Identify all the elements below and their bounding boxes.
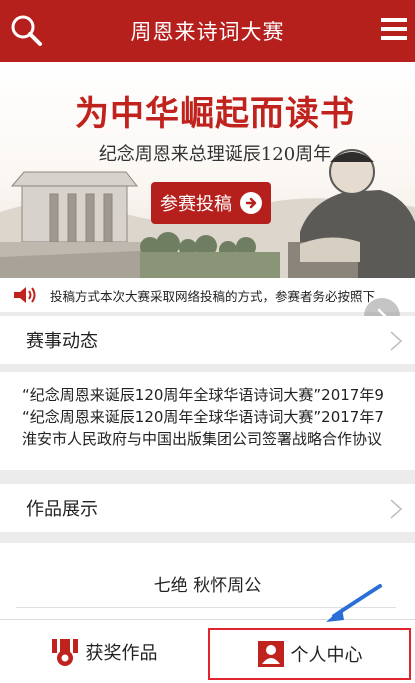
notice-text: 投稿方式本次大赛采取网络投稿的方式，参赛者务必按照下 [50, 288, 376, 304]
bottom-nav: 获奖作品 个人中心 [0, 619, 415, 683]
tab-personal-center[interactable]: 个人中心 [208, 628, 411, 680]
arrow-right-icon [240, 192, 262, 214]
page-title: 周恩来诗词大赛 [130, 20, 285, 44]
works-section-title: 作品展示 [26, 499, 98, 520]
award-icon [51, 639, 78, 666]
news-item[interactable]: 淮安市人民政府与中国出版集团公司签署战略合作协议 [0, 428, 415, 450]
news-section-title: 赛事动态 [26, 331, 98, 352]
chevron-right-icon [390, 331, 403, 351]
banner-headline: 为中华崛起而读书 [75, 94, 355, 134]
top-bar: 周恩来诗词大赛 [0, 0, 415, 62]
banner-subtitle: 纪念周恩来总理诞辰120周年 [98, 144, 332, 165]
search-icon[interactable] [8, 12, 44, 48]
submit-entry-label: 参赛投稿 [160, 194, 232, 215]
tab-award-works[interactable]: 获奖作品 [0, 620, 207, 683]
news-section-header[interactable]: 赛事动态 [0, 316, 415, 364]
speaker-icon [14, 287, 36, 303]
news-list: “纪念周恩来诞辰120周年全球华语诗词大赛”2017年9 “纪念周恩来诞辰120… [0, 372, 415, 470]
works-section-header[interactable]: 作品展示 [0, 484, 415, 532]
submit-entry-button[interactable]: 参赛投稿 [151, 182, 271, 224]
tab-personal-center-label: 个人中心 [290, 645, 363, 666]
works-panel: 七绝 秋怀周公 [0, 543, 415, 619]
chevron-right-icon [390, 499, 403, 519]
hero-banner[interactable]: 为中华崛起而读书 纪念周恩来总理诞辰120周年 参赛投稿 [0, 62, 415, 278]
tab-award-works-label: 获奖作品 [85, 643, 158, 664]
featured-poem-title[interactable]: 七绝 秋怀周公 [0, 571, 415, 596]
notice-marquee[interactable]: 投稿方式本次大赛采取网络投稿的方式，参赛者务必按照下 [0, 278, 415, 312]
divider [16, 607, 396, 608]
hamburger-menu-icon[interactable] [381, 16, 407, 42]
news-item[interactable]: “纪念周恩来诞辰120周年全球华语诗词大赛”2017年7 [0, 406, 415, 428]
profile-icon [257, 641, 284, 667]
news-item[interactable]: “纪念周恩来诞辰120周年全球华语诗词大赛”2017年9 [0, 384, 415, 406]
